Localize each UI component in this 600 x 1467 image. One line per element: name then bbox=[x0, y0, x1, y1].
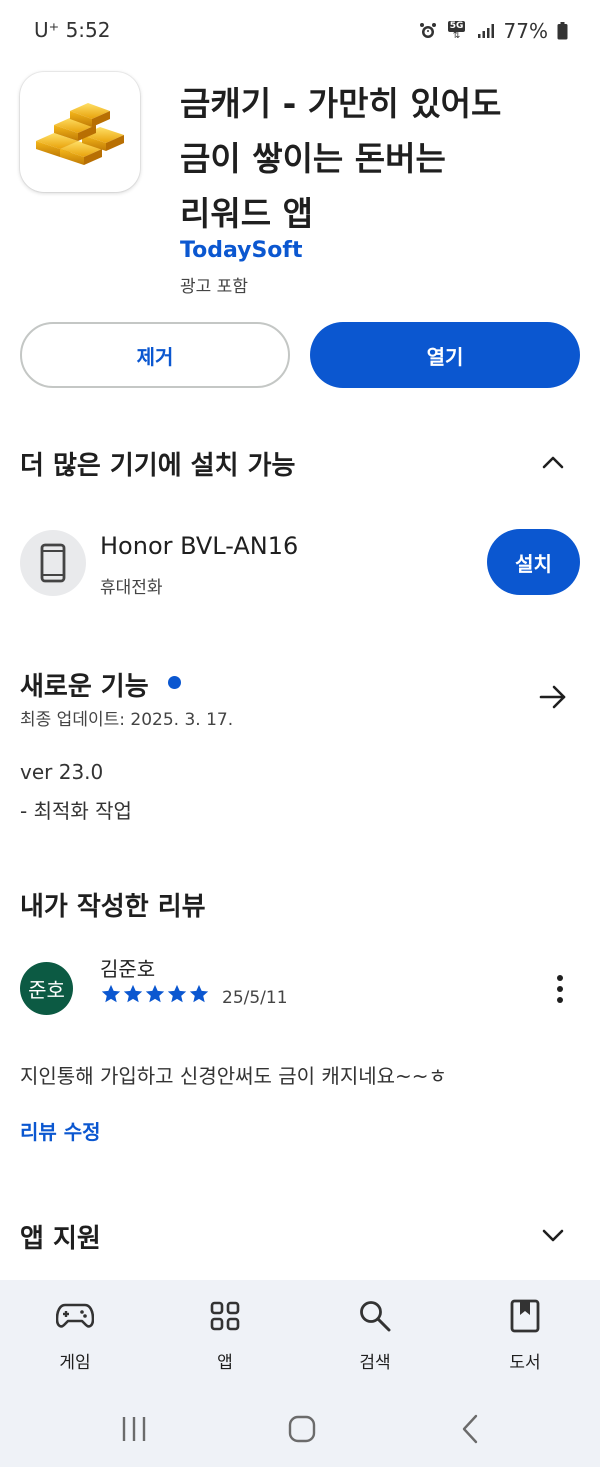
book-icon bbox=[510, 1298, 540, 1334]
carrier-label: U⁺ bbox=[34, 18, 60, 42]
status-carrier-time: U⁺ 5:52 bbox=[34, 18, 110, 42]
app-title-line: 리워드 앱 bbox=[180, 194, 313, 233]
app-title-line: 금캐기 - 가만히 있어도 bbox=[180, 84, 502, 123]
nav-apps[interactable]: 앱 bbox=[150, 1280, 300, 1390]
star-icon bbox=[167, 984, 187, 1003]
last-updated-date: 최종 업데이트: 2025. 3. 17. bbox=[20, 710, 234, 730]
phone-icon bbox=[40, 543, 66, 583]
star-icon bbox=[101, 984, 121, 1003]
release-note-line: - 최적화 작업 bbox=[20, 799, 132, 823]
nav-books[interactable]: 도서 bbox=[450, 1280, 600, 1390]
alarm-icon bbox=[418, 21, 438, 41]
new-indicator-dot bbox=[168, 676, 181, 689]
more-devices-title: 더 많은 기기에 설치 가능 bbox=[20, 451, 296, 481]
battery-percent: 77% bbox=[503, 19, 548, 43]
app-title-line: 금이 쌓이는 돈버는 bbox=[180, 139, 446, 178]
avatar: 준호 bbox=[20, 962, 73, 1015]
signal-icon bbox=[476, 21, 496, 41]
gamepad-icon bbox=[56, 1298, 94, 1334]
release-note-line: ver 23.0 bbox=[20, 760, 104, 784]
app-support-title[interactable]: 앱 지원 bbox=[20, 1218, 101, 1255]
status-bar: U⁺ 5:52 5G ⇅ 77% bbox=[0, 0, 600, 62]
back-icon[interactable] bbox=[458, 1413, 484, 1445]
nav-search[interactable]: 검색 bbox=[300, 1280, 450, 1390]
open-button[interactable]: 열기 bbox=[310, 322, 580, 388]
my-review-title: 내가 작성한 리뷰 bbox=[20, 892, 206, 922]
search-icon bbox=[358, 1298, 392, 1334]
app-title: 금캐기 - 가만히 있어도 금이 쌓이는 돈버는 리워드 앱 bbox=[180, 76, 580, 241]
nav-label: 도서 bbox=[509, 1353, 541, 1373]
star-icon bbox=[189, 984, 209, 1003]
clock: 5:52 bbox=[65, 18, 111, 42]
app-icon bbox=[20, 72, 140, 192]
nav-label: 게임 bbox=[59, 1353, 91, 1373]
battery-icon bbox=[556, 21, 568, 41]
collapse-chevron-up-icon[interactable] bbox=[538, 448, 568, 478]
status-icons: 5G ⇅ 77% bbox=[418, 16, 568, 46]
review-date: 25/5/11 bbox=[222, 988, 288, 1008]
device-name: Honor BVL-AN16 bbox=[100, 532, 299, 560]
home-icon[interactable] bbox=[287, 1414, 317, 1444]
bottom-navigation: 게임 앱 검색 도서 bbox=[0, 1280, 600, 1390]
whats-new-title[interactable]: 새로운 기능 bbox=[20, 666, 149, 703]
arrow-right-icon[interactable] bbox=[536, 680, 570, 714]
nav-games[interactable]: 게임 bbox=[0, 1280, 150, 1390]
review-text: 지인통해 가입하고 신경안써도 금이 캐지네요~~ㅎ bbox=[20, 1064, 447, 1088]
developer-link[interactable]: TodaySoft bbox=[180, 238, 303, 263]
edit-review-link[interactable]: 리뷰 수정 bbox=[20, 1116, 101, 1145]
more-options-icon[interactable] bbox=[548, 972, 572, 1006]
data-arrows-icon: ⇅ bbox=[452, 31, 461, 41]
apps-grid-icon bbox=[210, 1298, 240, 1334]
expand-chevron-down-icon[interactable] bbox=[538, 1220, 568, 1250]
gold-bars-icon bbox=[36, 103, 124, 165]
star-icon bbox=[145, 984, 165, 1003]
install-button[interactable]: 설치 bbox=[487, 529, 580, 595]
device-avatar bbox=[20, 530, 86, 596]
uninstall-button[interactable]: 제거 bbox=[20, 322, 290, 388]
recent-apps-icon[interactable] bbox=[118, 1414, 150, 1444]
device-type: 휴대전화 bbox=[100, 578, 163, 598]
reviewer-name: 김준호 bbox=[100, 957, 156, 981]
star-rating bbox=[100, 983, 210, 1005]
star-icon bbox=[123, 984, 143, 1003]
5g-icon: 5G ⇅ bbox=[446, 21, 468, 41]
contains-ads-label: 광고 포함 bbox=[180, 277, 248, 297]
nav-label: 앱 bbox=[217, 1353, 233, 1373]
nav-label: 검색 bbox=[359, 1353, 391, 1373]
system-navigation-bar bbox=[0, 1390, 600, 1467]
